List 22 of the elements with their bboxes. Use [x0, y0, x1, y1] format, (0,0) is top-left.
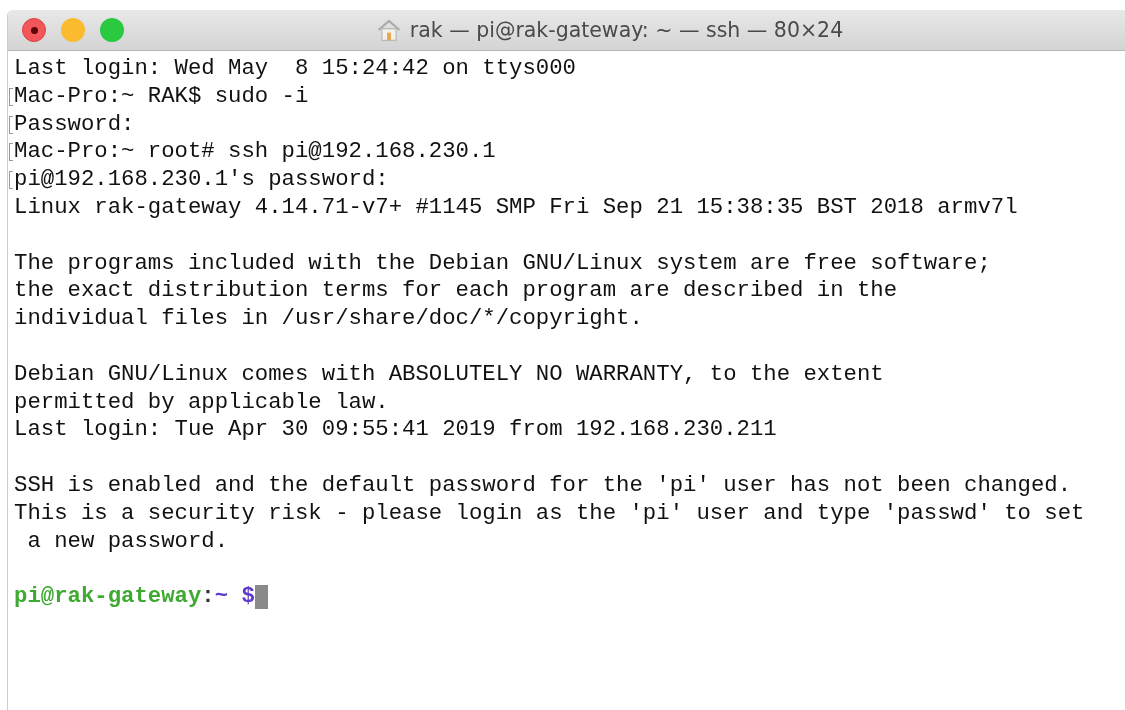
terminal-line: a new password.	[26, 527, 229, 556]
terminal-line: individual files in /usr/share/doc/*/copyright.	[14, 305, 643, 333]
window-title: rak — pi@rak-gateway: ~ — ssh — 80×24	[409, 18, 844, 42]
shell-prompt: pi@rak-gateway:~ $	[14, 583, 255, 611]
text-cursor	[254, 585, 268, 610]
terminal-line: Last login: Wed May 8 15:24:42 on ttys000	[14, 55, 576, 83]
terminal-line: SSH is enabled and the default password for the 'pi' user has not been changed.	[14, 471, 1072, 500]
terminal-line: Mac-Pro:~ RAK$ sudo -i	[14, 82, 309, 111]
terminal-line: The programs included with the Debian GNU/Linux system are free software;	[14, 249, 991, 278]
terminal-line: Mac-Pro:~ root# ssh pi@192.168.230.1	[14, 138, 496, 167]
close-button[interactable]	[22, 18, 46, 42]
house-icon	[375, 17, 402, 43]
terminal-line: Linux rak-gateway 4.14.71-v7+ #1145 SMP Fri Sep 21 15:38:35 BST 2018 armv7l	[14, 194, 1018, 222]
terminal-line: Last login: Tue Apr 30 09:55:41 2019 from 192.168.230.211	[14, 416, 777, 445]
minimize-button[interactable]	[61, 18, 85, 42]
zoom-button[interactable]	[100, 18, 124, 42]
terminal-line: pi@192.168.230.1's password:	[14, 166, 389, 194]
terminal-line: permitted by applicable law.	[14, 388, 389, 417]
terminal-line: the exact distribution terms for each program are described in the	[14, 277, 898, 306]
terminal-line: Password:	[14, 110, 135, 139]
terminal-line: This is a security risk - please login as the 'pi' user and type 'passwd' to set	[14, 499, 1085, 528]
terminal-line: Debian GNU/Linux comes with ABSOLUTELY NO WARRANTY, to the extent	[14, 360, 884, 389]
